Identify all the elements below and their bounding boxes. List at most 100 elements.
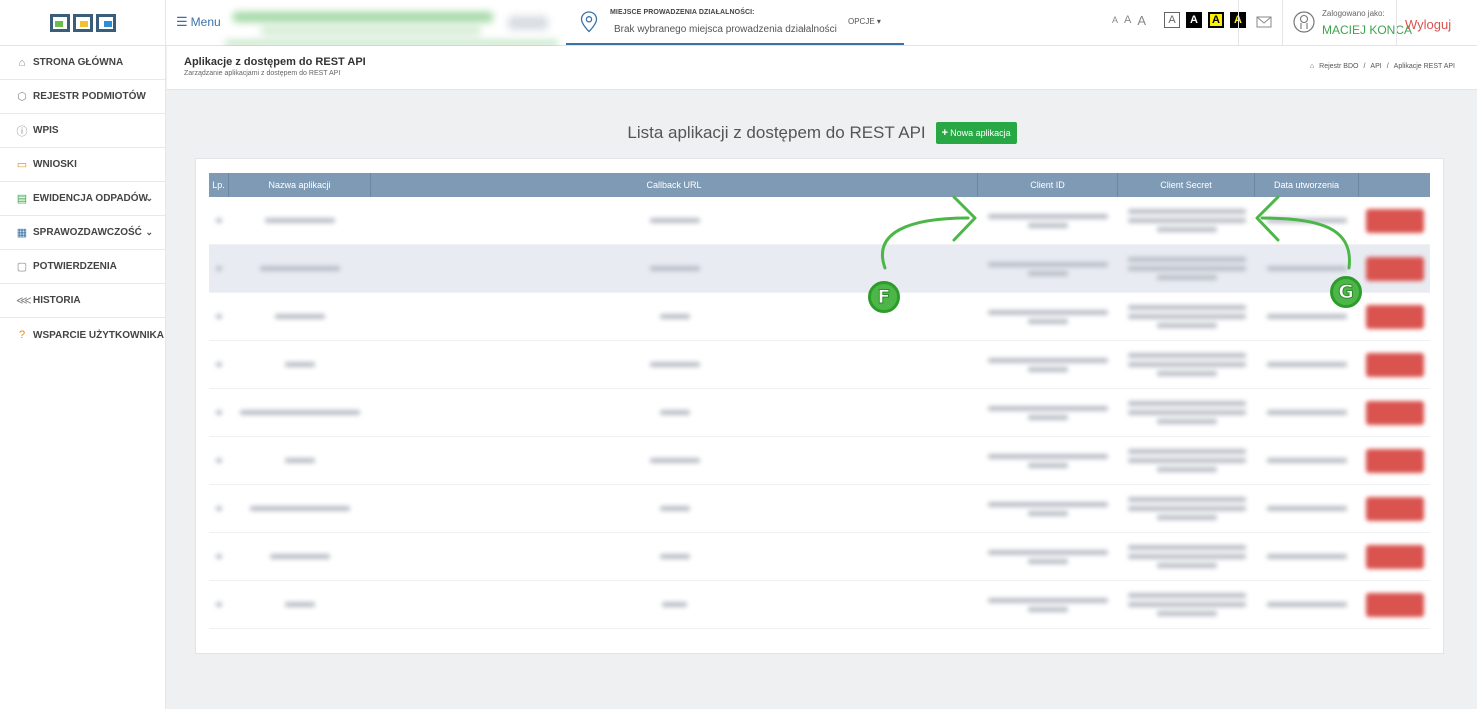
font-size-large[interactable]: A — [1137, 13, 1146, 28]
sidebar-item-entity-register[interactable]: ⬡ REJESTR PODMIOTÓW — [0, 80, 165, 114]
chevron-down-icon: ⌄ — [145, 193, 153, 203]
font-size-small[interactable]: A — [1112, 15, 1118, 25]
sidebar-item-applications[interactable]: ▭ WNIOSKI — [0, 148, 165, 182]
table-row[interactable] — [209, 581, 1430, 629]
logged-in-user[interactable]: MACIEJ KONCA — [1322, 23, 1412, 37]
square-icon: ▢ — [16, 261, 28, 273]
help-icon: ? — [18, 329, 26, 341]
annotation-marker-g-label: G — [1338, 281, 1355, 304]
history-icon: ⋘ — [16, 295, 32, 307]
delete-application-button[interactable] — [1365, 352, 1424, 377]
table-row[interactable] — [209, 293, 1430, 341]
menu-label: Menu — [190, 15, 221, 29]
caret-down-icon: ▾ — [876, 17, 881, 26]
sidebar-item-label: STRONA GŁÓWNA — [33, 57, 124, 68]
logged-in-label: Zalogowano jako: — [1322, 9, 1385, 18]
table-row[interactable] — [209, 197, 1430, 245]
page-title: Aplikacje z dostępem do REST API — [184, 56, 366, 68]
place-options-label: OPCJE — [848, 17, 875, 26]
divider — [1282, 0, 1283, 45]
page-subtitle: Zarządzanie aplikacjami z dostępem do RE… — [184, 70, 341, 77]
column-header-actions — [1359, 173, 1430, 197]
sidebar-item-entry[interactable]: ⓘ WPIS — [0, 114, 165, 148]
place-label: MIEJSCE PROWADZENIA DZIAŁALNOŚCI: — [610, 9, 755, 16]
contrast-default[interactable]: A — [1164, 12, 1181, 28]
delete-application-button[interactable] — [1365, 448, 1424, 473]
delete-application-button[interactable] — [1365, 496, 1424, 521]
sidebar-item-support[interactable]: ? WSPARCIE UŻYTKOWNIKA — [0, 318, 165, 352]
table-row[interactable] — [209, 485, 1430, 533]
place-of-business-selector[interactable]: MIEJSCE PROWADZENIA DZIAŁALNOŚCI: Brak w… — [566, 0, 904, 45]
column-header-client-secret: Client Secret — [1118, 173, 1255, 197]
clipboard-icon: ▦ — [16, 227, 28, 239]
location-pin-icon — [580, 11, 598, 33]
sidebar-item-waste-records[interactable]: ▤ EWIDENCJA ODPADÓW ⌄ — [0, 182, 165, 216]
sidebar-item-label: POTWIERDZENIA — [33, 261, 117, 272]
sidebar-item-history[interactable]: ⋘ HISTORIA — [0, 284, 165, 318]
column-header-lp: Lp. — [209, 173, 229, 197]
briefcase-icon: ▭ — [16, 159, 28, 171]
table-row[interactable] — [209, 341, 1430, 389]
sidebar-item-label: REJESTR PODMIOTÓW — [33, 91, 146, 102]
annotation-marker-f-label: F — [877, 286, 891, 309]
list-title: Lista aplikacji z dostępem do REST API — [627, 123, 926, 142]
delete-application-button[interactable] — [1365, 544, 1424, 569]
menu-button[interactable]: ☰ Menu — [176, 14, 221, 30]
annotation-marker-f: F — [868, 281, 900, 313]
cube-icon: ⬡ — [17, 91, 27, 103]
top-bar: ☰ Menu MIEJSCE PROWADZENIA DZIAŁALNOŚCI:… — [0, 0, 1477, 46]
table-row[interactable] — [209, 437, 1430, 485]
new-application-button[interactable]: + Nowa aplikacja — [935, 122, 1017, 144]
breadcrumb-item[interactable]: Aplikacje REST API — [1394, 63, 1455, 70]
logout-link[interactable]: Wyloguj — [1405, 17, 1451, 32]
breadcrumb-separator: / — [1363, 63, 1366, 70]
column-header-client-id: Client ID — [978, 173, 1118, 197]
column-header-created: Data utworzenia — [1255, 173, 1359, 197]
sidebar-item-label: WPIS — [33, 125, 59, 136]
delete-application-button[interactable] — [1365, 304, 1424, 329]
sidebar: ⌂ STRONA GŁÓWNA ⬡ REJESTR PODMIOTÓW ⓘ WP… — [0, 46, 166, 709]
blurred-company-selector[interactable] — [225, 6, 558, 44]
table-row[interactable] — [209, 533, 1430, 581]
bdo-logo[interactable] — [49, 14, 116, 32]
contrast-black-white[interactable]: A — [1186, 12, 1203, 28]
new-application-label: Nowa aplikacja — [950, 128, 1011, 138]
hamburger-icon: ☰ — [176, 14, 188, 29]
column-header-callback: Callback URL — [371, 173, 978, 197]
breadcrumb-item[interactable]: Rejestr BDO — [1319, 63, 1358, 70]
logo-cell — [0, 0, 166, 46]
accessibility-controls: A A A A A A A — [1112, 12, 1247, 28]
delete-application-button[interactable] — [1365, 400, 1424, 425]
breadcrumb: ⌂ Rejestr BDO / API / Aplikacje REST API — [1310, 63, 1455, 70]
table-row[interactable] — [209, 389, 1430, 437]
table-row[interactable] — [209, 245, 1430, 293]
sidebar-item-label: SPRAWOZDAWCZOŚĆ — [33, 227, 142, 238]
sidebar-item-label: WSPARCIE UŻYTKOWNIKA — [33, 329, 164, 341]
sidebar-item-reporting[interactable]: ▦ SPRAWOZDAWCZOŚĆ ⌄ — [0, 216, 165, 250]
annotation-marker-g: G — [1330, 276, 1362, 308]
breadcrumb-separator: / — [1386, 63, 1389, 70]
sidebar-item-home[interactable]: ⌂ STRONA GŁÓWNA — [0, 46, 165, 80]
sidebar-item-label: WNIOSKI — [33, 159, 77, 170]
place-options-dropdown[interactable]: OPCJE ▾ — [848, 17, 881, 26]
delete-application-button[interactable] — [1365, 256, 1424, 281]
breadcrumb-home-icon: ⌂ — [1309, 63, 1315, 70]
breadcrumb-item[interactable]: API — [1370, 63, 1381, 70]
page-header: Aplikacje z dostępem do REST API Zarządz… — [167, 46, 1477, 90]
contrast-yellow-black[interactable]: A — [1208, 12, 1225, 28]
font-size-medium[interactable]: A — [1124, 14, 1131, 26]
sidebar-item-label: HISTORIA — [33, 295, 81, 306]
sidebar-item-label: EWIDENCJA ODPADÓW — [33, 193, 148, 204]
applications-card: Lp. Nazwa aplikacji Callback URL Client … — [195, 158, 1444, 654]
delete-application-button[interactable] — [1365, 208, 1424, 233]
plus-icon: + — [941, 127, 949, 139]
table-body — [209, 197, 1430, 629]
sidebar-item-confirmations[interactable]: ▢ POTWIERDZENIA — [0, 250, 165, 284]
mail-icon[interactable] — [1256, 14, 1272, 30]
list-title-row: Lista aplikacji z dostępem do REST API +… — [167, 120, 1477, 146]
info-icon: ⓘ — [16, 125, 28, 138]
user-icon — [1293, 11, 1315, 33]
delete-application-button[interactable] — [1365, 592, 1424, 617]
divider — [1396, 0, 1397, 45]
ledger-icon: ▤ — [16, 193, 28, 205]
